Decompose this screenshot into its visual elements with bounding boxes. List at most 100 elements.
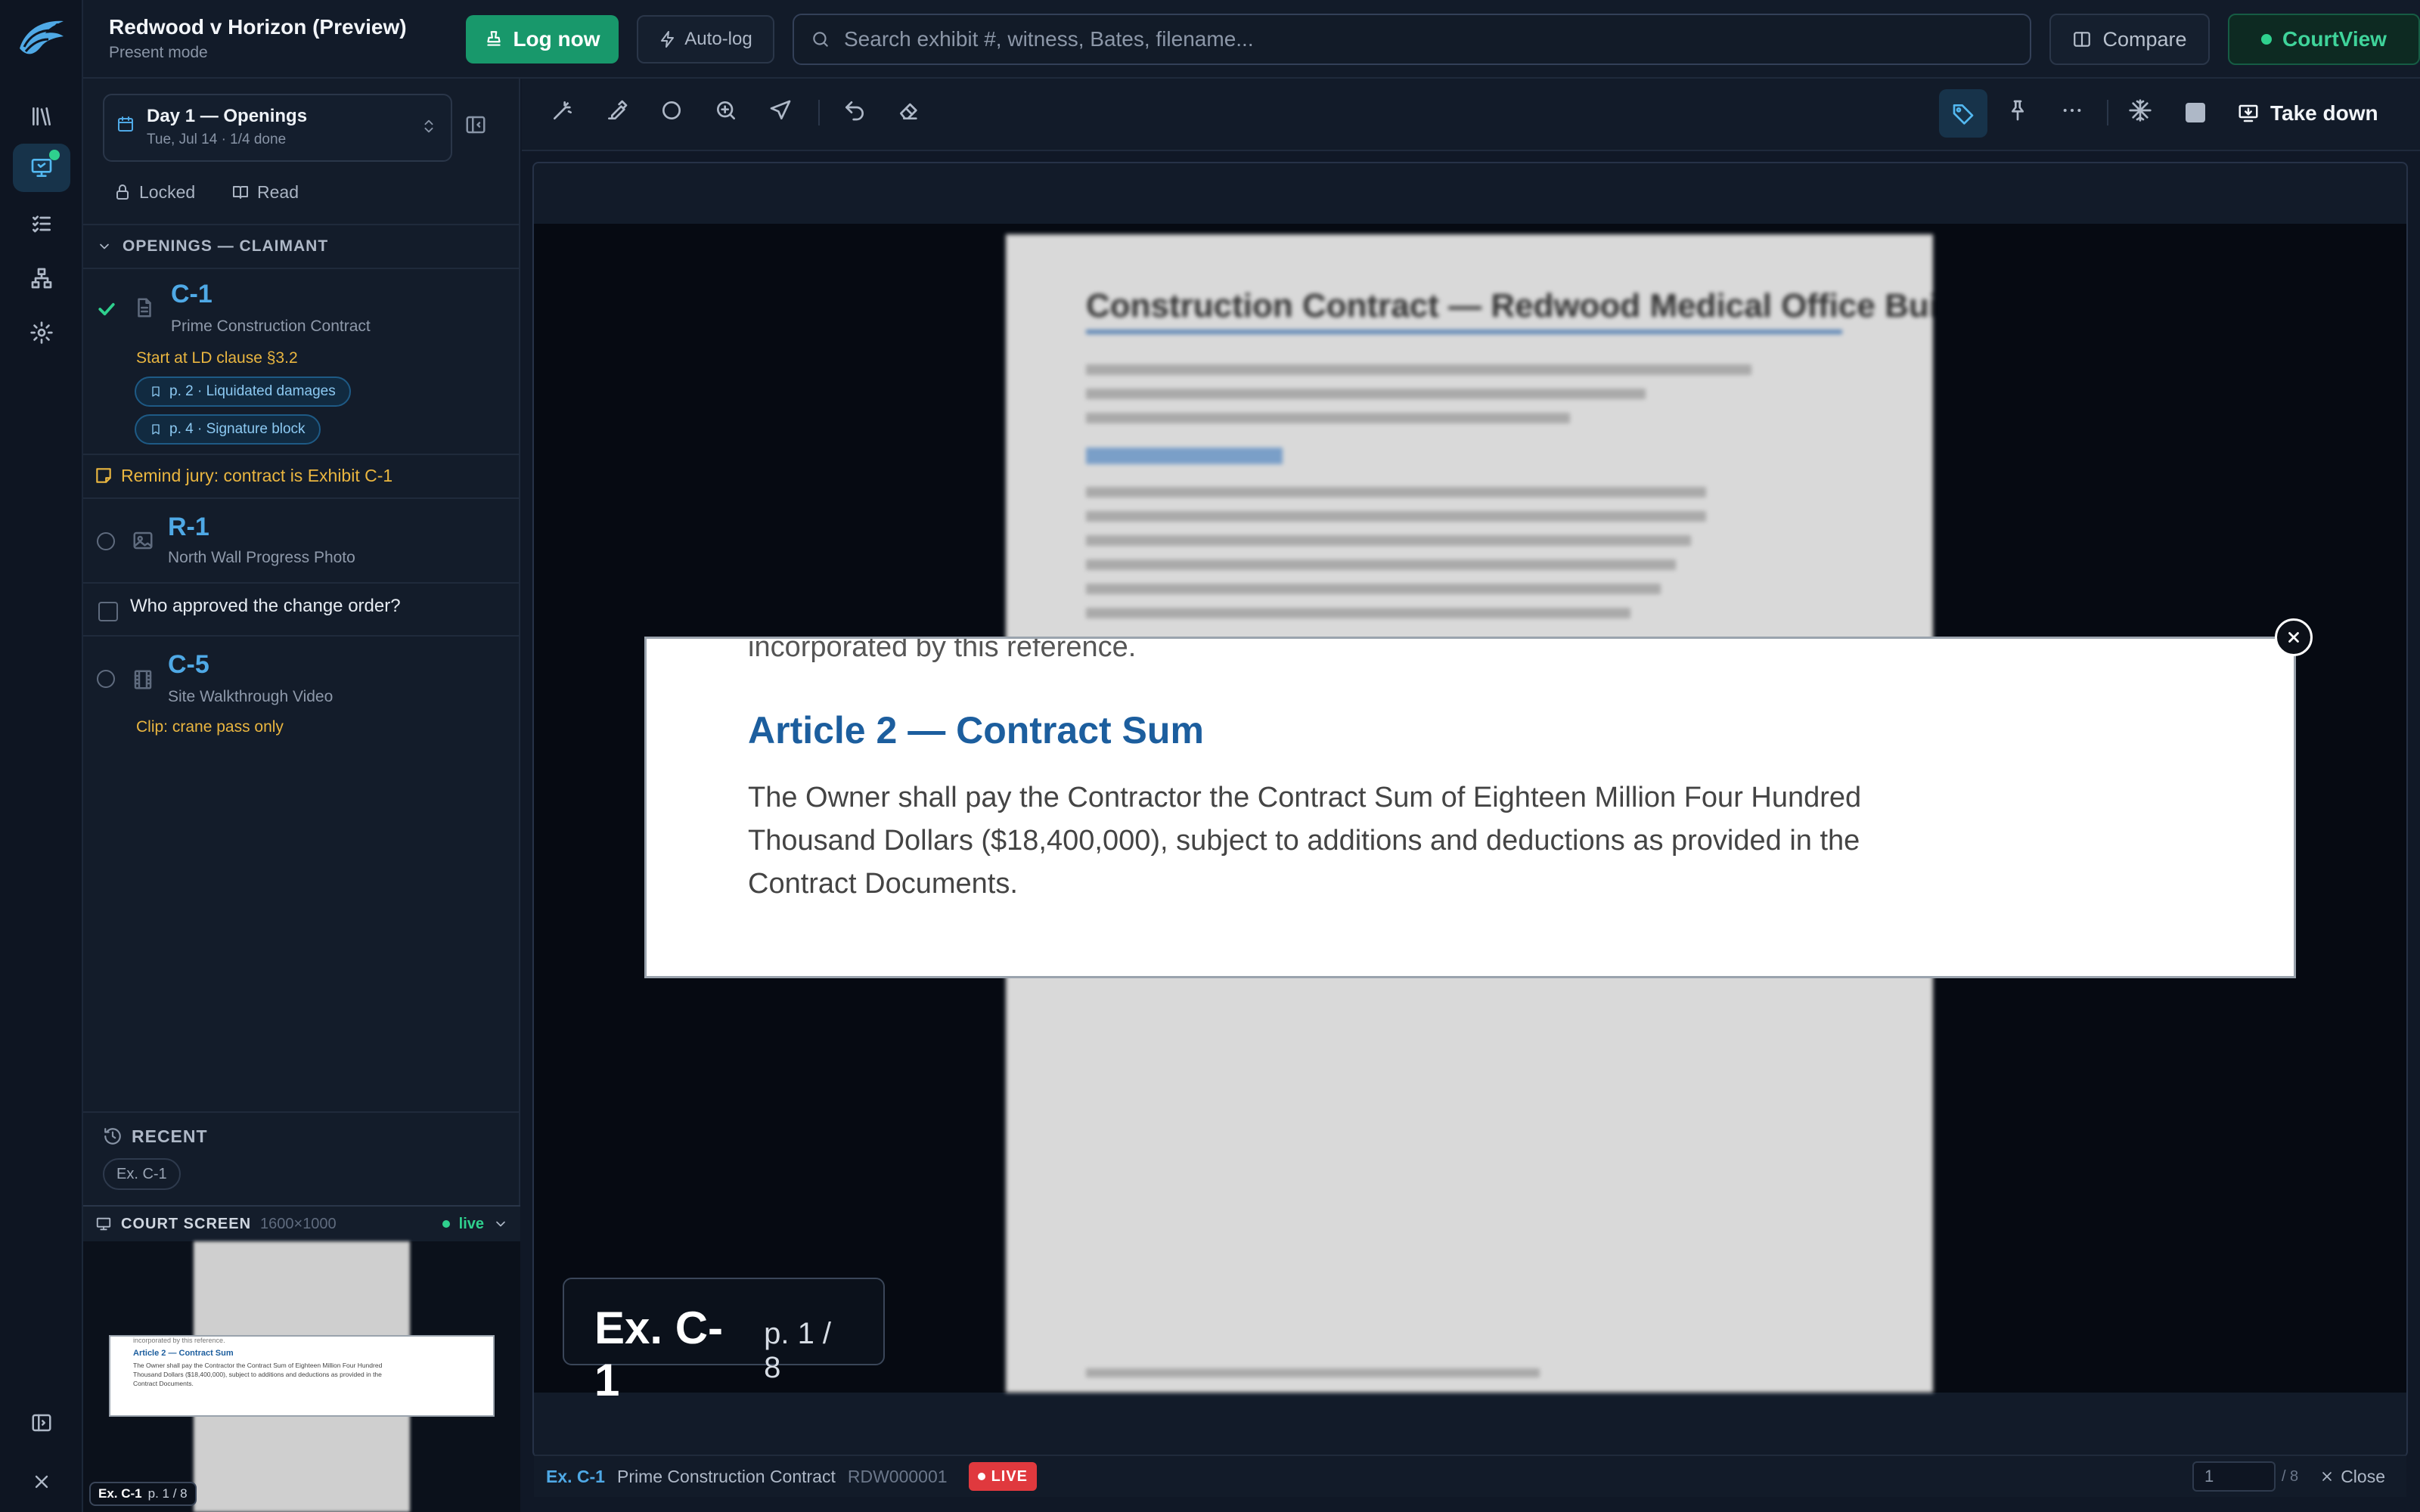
status-radio[interactable]	[97, 532, 115, 550]
read-toggle[interactable]: Read	[231, 177, 299, 207]
courtview-button[interactable]: CourtView	[2228, 14, 2420, 65]
checklist-icon[interactable]	[13, 200, 70, 248]
exhibit-name: North Wall Progress Photo	[168, 549, 355, 566]
search-icon	[811, 29, 830, 49]
section-header[interactable]: OPENINGS — CLAIMANT	[83, 224, 520, 269]
text-line	[1086, 413, 1570, 423]
check-icon	[95, 298, 118, 321]
bookmark-icon	[150, 386, 162, 398]
court-screen-resolution: 1600×1000	[260, 1215, 337, 1232]
close-callout-button[interactable]	[2275, 618, 2313, 656]
section-title: OPENINGS — CLAIMANT	[123, 237, 329, 255]
hierarchy-icon[interactable]	[13, 254, 70, 302]
divider	[83, 454, 520, 455]
locked-toggle[interactable]: Locked	[113, 177, 195, 207]
auto-log-button[interactable]: Auto-log	[637, 15, 774, 64]
mini-heading: Article 2 — Contract Sum	[133, 1349, 234, 1358]
calendar-icon	[116, 115, 135, 133]
close-icon[interactable]	[13, 1458, 70, 1506]
film-icon	[132, 668, 154, 691]
mini-zoom-box: incorporated by this reference. Article …	[109, 1335, 495, 1417]
eraser-icon[interactable]	[897, 98, 921, 122]
compare-label: Compare	[2102, 27, 2187, 51]
close-icon	[2319, 1469, 2335, 1484]
day-title: Day 1 — Openings	[147, 106, 308, 126]
freeze-icon[interactable]	[2128, 98, 2152, 122]
live-dot	[442, 1220, 450, 1228]
case-title: Redwood v Horizon (Preview)	[109, 15, 407, 39]
circle-tool-icon[interactable]	[659, 98, 684, 122]
magic-wand-icon[interactable]	[551, 98, 575, 122]
mini-exhibit-page: p. 1 / 8	[147, 1486, 188, 1501]
take-down-button[interactable]: Take down	[2237, 94, 2378, 133]
text-line	[1086, 511, 1706, 522]
text-line	[1086, 364, 1751, 375]
bookmark-chip[interactable]: p. 2 · Liquidated damages	[135, 376, 351, 407]
divider	[83, 1111, 520, 1113]
recent-chip[interactable]: Ex. C-1	[103, 1158, 181, 1190]
exhibit-id: R-1	[168, 513, 209, 541]
status-exhibit-id: Ex. C-1	[546, 1466, 605, 1486]
reminder-note[interactable]: Remind jury: contract is Exhibit C-1	[121, 466, 392, 486]
highlighter-icon[interactable]	[605, 98, 629, 122]
day-subtitle: Tue, Jul 14 · 1/4 done	[147, 132, 287, 147]
close-viewer-button[interactable]: Close	[2319, 1467, 2385, 1487]
status-bar: Ex. C-1 Prime Construction Contract RDW0…	[534, 1455, 2406, 1497]
exhibit-name: Site Walkthrough Video	[168, 688, 334, 705]
bates-number: RDW000001	[847, 1466, 948, 1486]
stamp-icon	[484, 29, 504, 49]
pointer-icon[interactable]	[768, 98, 793, 122]
lightning-icon	[659, 30, 677, 48]
chevron-down-icon[interactable]	[493, 1216, 508, 1232]
document-icon	[133, 296, 156, 319]
overlay-page: p. 1 / 8	[764, 1317, 832, 1384]
tag-icon[interactable]	[1939, 89, 1987, 138]
page-number-input[interactable]	[2192, 1461, 2276, 1492]
task-label: Who approved the change order?	[130, 596, 401, 616]
chevron-down-icon	[97, 239, 112, 254]
callout-heading: Article 2 — Contract Sum	[748, 709, 1204, 751]
text-line	[1086, 389, 1646, 399]
bookmark-label: p. 4 · Signature block	[169, 421, 306, 437]
toolbar-divider	[818, 100, 820, 125]
text-line	[1086, 584, 1661, 594]
log-now-label: Log now	[513, 27, 600, 51]
bookmark-label: p. 2 · Liquidated damages	[169, 383, 336, 399]
history-icon	[103, 1126, 123, 1146]
overlay-exhibit-id: Ex. C-1	[594, 1303, 724, 1405]
presentation-icon[interactable]	[13, 144, 70, 192]
more-icon[interactable]	[2060, 98, 2084, 122]
live-text: LIVE	[991, 1467, 1028, 1485]
mini-body: The Owner shall pay the Contractor the C…	[133, 1362, 383, 1387]
callout-prev-line: incorporated by this reference.	[748, 637, 1137, 663]
text-line	[1086, 535, 1691, 546]
search-placeholder: Search exhibit #, witness, Bates, filena…	[844, 27, 1254, 51]
exhibit-name: Prime Construction Contract	[171, 318, 371, 335]
day-selector[interactable]	[103, 94, 452, 162]
log-now-button[interactable]: Log now	[466, 15, 619, 64]
zoom-in-icon[interactable]	[714, 98, 738, 122]
sticky-note-icon	[94, 466, 113, 485]
notification-dot	[49, 150, 60, 160]
panel-toggle-icon[interactable]	[13, 1399, 70, 1447]
live-dot	[977, 1473, 985, 1480]
undo-icon[interactable]	[842, 98, 867, 122]
blank-screen-icon[interactable]	[2186, 103, 2205, 122]
collapse-sidebar-icon[interactable]	[464, 113, 487, 136]
read-label: Read	[257, 181, 299, 202]
exhibit-id: C-1	[171, 280, 213, 308]
exhibit-id: C-5	[168, 650, 209, 679]
app-logo	[14, 14, 70, 62]
pin-icon[interactable]	[2006, 98, 2030, 122]
bookmark-icon	[150, 423, 162, 435]
bookmark-chip[interactable]: p. 4 · Signature block	[135, 414, 321, 445]
search-input[interactable]: Search exhibit #, witness, Bates, filena…	[793, 14, 2031, 65]
library-icon[interactable]	[13, 92, 70, 141]
divider	[83, 582, 520, 584]
text-line	[1086, 608, 1630, 618]
compare-button[interactable]: Compare	[2049, 14, 2210, 65]
monitor-icon	[95, 1216, 112, 1232]
status-radio[interactable]	[97, 670, 115, 688]
task-checkbox[interactable]	[98, 602, 118, 621]
gear-icon[interactable]	[13, 308, 70, 357]
